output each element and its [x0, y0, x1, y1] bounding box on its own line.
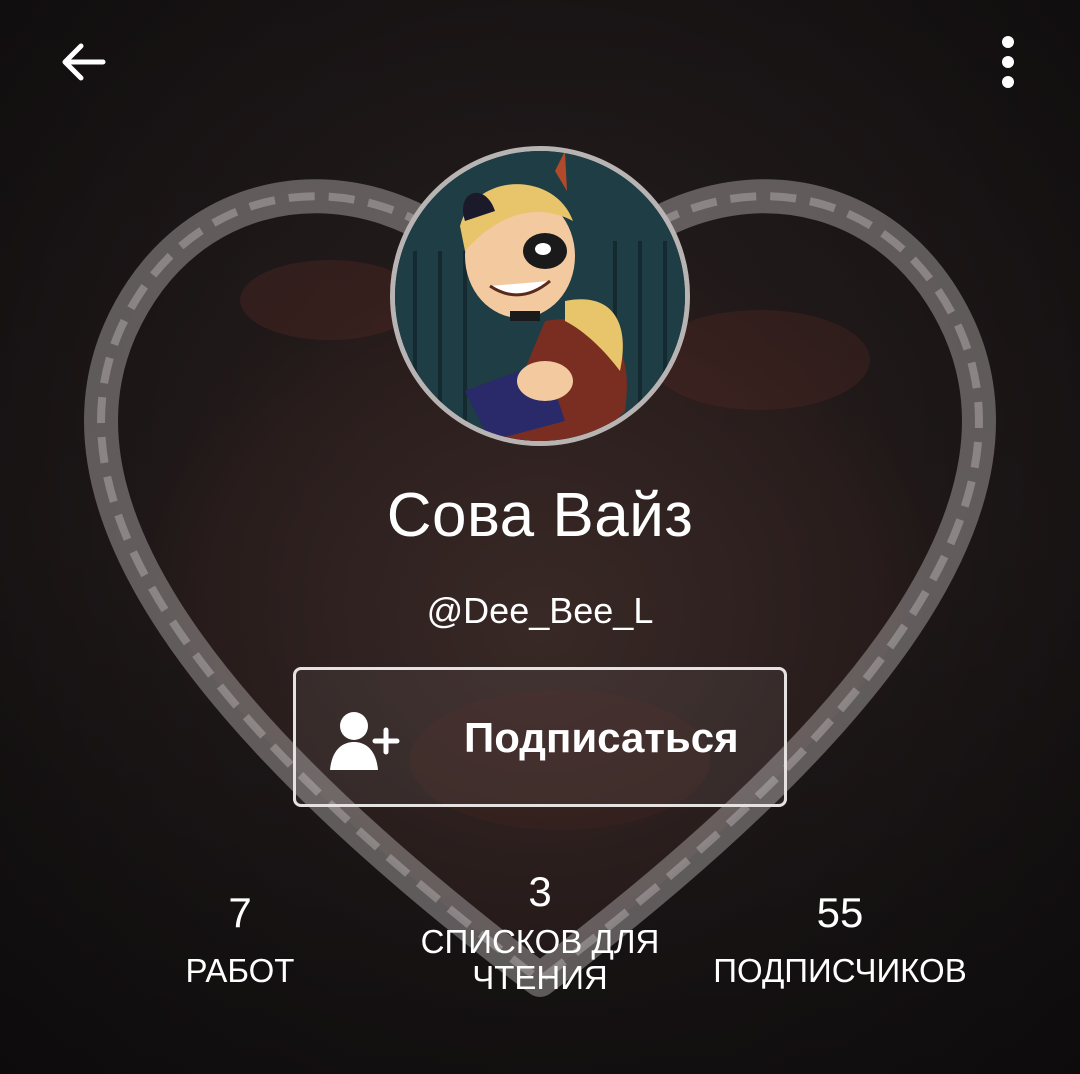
stat-works-label: РАБОТ — [185, 952, 295, 989]
stat-followers[interactable]: 55 ПОДПИСЧИКОВ — [690, 889, 990, 989]
stat-followers-value: 55 — [816, 889, 864, 936]
stat-followers-label: ПОДПИСЧИКОВ — [713, 952, 967, 989]
profile-screen: Сова Вайз @Dee_Bee_L Подписаться 7 РАБОТ… — [0, 0, 1080, 1074]
stat-reading-lists[interactable]: 3 СПИСКОВ ДЛЯ ЧТЕНИЯ — [400, 868, 680, 996]
stat-reading-lists-value: 3 — [528, 868, 552, 915]
stat-works[interactable]: 7 РАБОТ — [160, 889, 320, 989]
stat-works-value: 7 — [228, 889, 252, 936]
follow-button[interactable]: Подписаться — [293, 667, 787, 807]
arrow-left-icon — [57, 35, 111, 94]
add-user-icon — [330, 708, 400, 772]
follow-button-label: Подписаться — [464, 714, 739, 761]
stat-reading-lists-label: СПИСКОВ ДЛЯ ЧТЕНИЯ — [420, 923, 660, 996]
avatar-illustration — [395, 151, 685, 441]
back-button[interactable] — [48, 28, 120, 100]
display-name: Сова Вайз — [386, 481, 694, 550]
more-vertical-icon — [998, 34, 1018, 95]
overflow-menu-button[interactable] — [972, 28, 1044, 100]
username: @Dee_Bee_L — [426, 590, 654, 631]
avatar[interactable] — [390, 146, 690, 446]
